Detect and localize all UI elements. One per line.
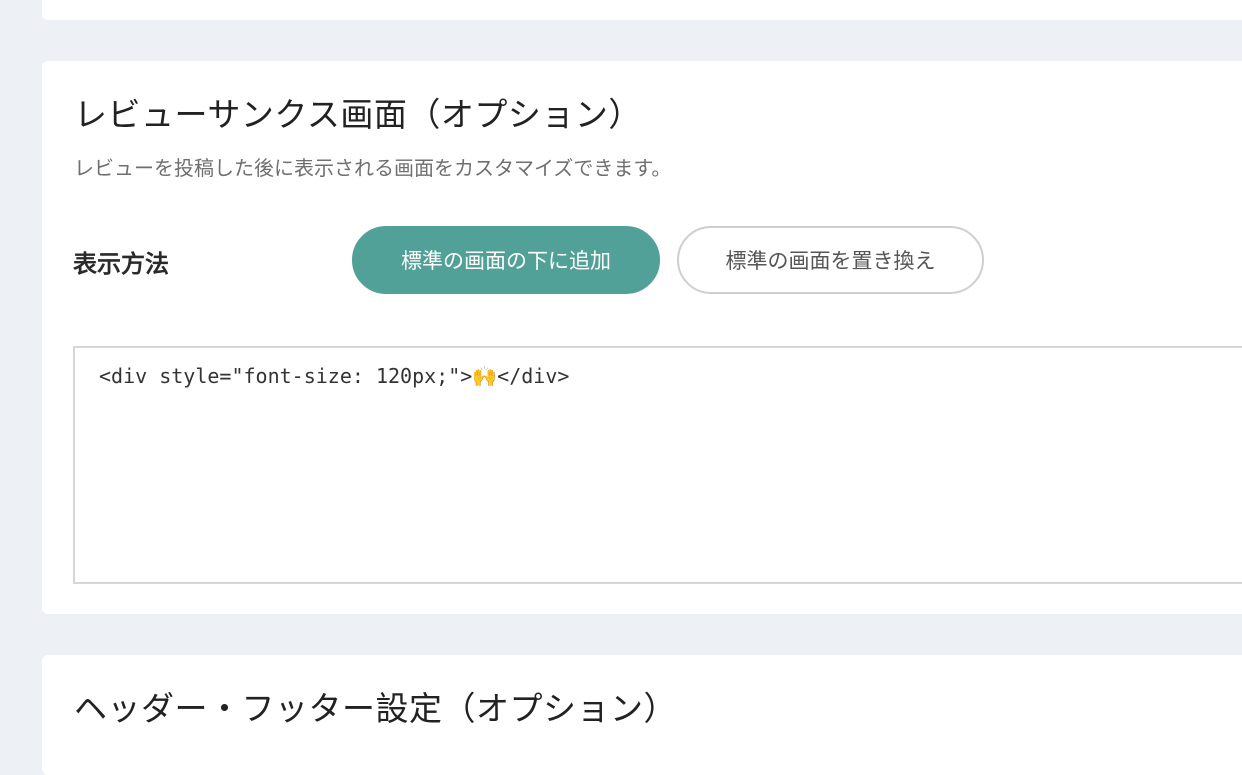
header-footer-section: ヘッダー・フッター設定（オプション） <box>42 655 1242 775</box>
section-description: レビューを投稿した後に表示される画面をカスタマイズできます。 <box>74 156 672 180</box>
section-title: レビューサンクス画面（オプション） <box>74 95 642 134</box>
section-title: ヘッダー・フッター設定（オプション） <box>74 689 677 728</box>
previous-section-card <box>42 0 1242 20</box>
replace-standard-button[interactable]: 標準の画面を置き換え <box>677 226 984 294</box>
review-thanks-section: レビューサンクス画面（オプション） レビューを投稿した後に表示される画面をカスタ… <box>42 61 1242 614</box>
add-below-standard-button[interactable]: 標準の画面の下に追加 <box>352 226 660 294</box>
display-method-label: 表示方法 <box>73 250 169 278</box>
html-code-editor[interactable]: <div style="font-size: 120px;">🙌</div> <box>73 346 1242 584</box>
